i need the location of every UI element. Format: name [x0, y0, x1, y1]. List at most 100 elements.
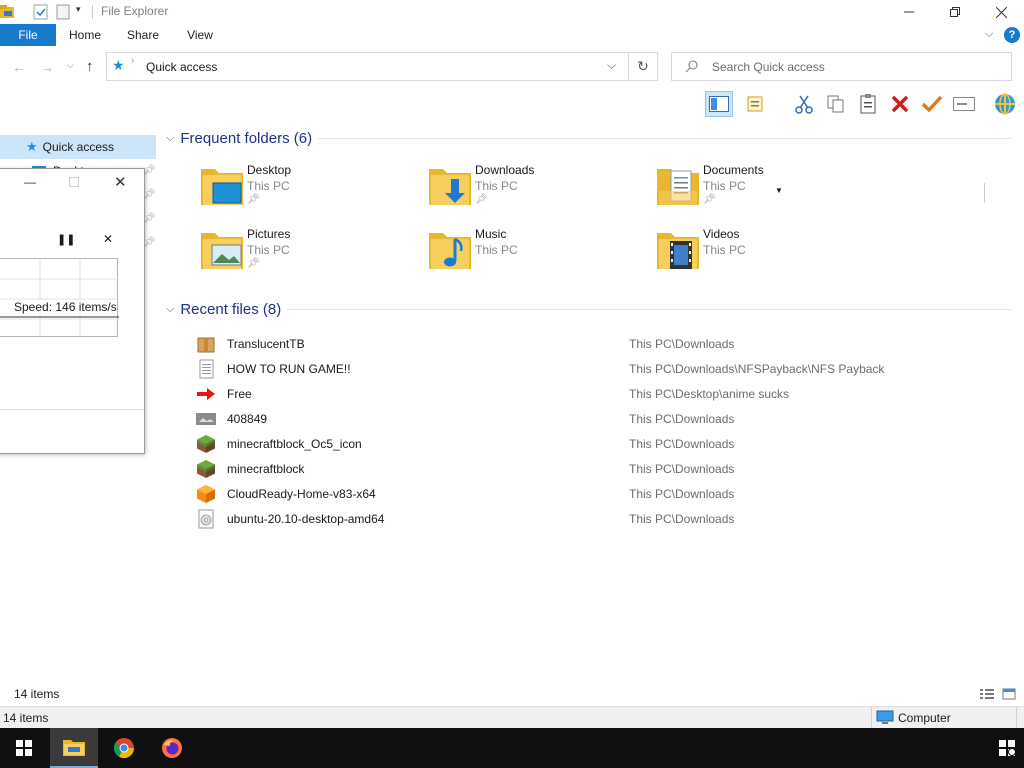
large-icons-view-icon[interactable]: [1002, 687, 1016, 701]
status-divider: [871, 707, 872, 728]
address-bar[interactable]: ★ › Quick access ⌵: [106, 52, 629, 81]
checkmark-icon: [921, 95, 943, 113]
file-path: This PC\Downloads: [629, 412, 735, 426]
grass-block-icon: [197, 435, 215, 453]
frequent-folders-header[interactable]: ⌵ Frequent folders (6): [166, 128, 312, 148]
search-placeholder: Search Quick access: [712, 60, 825, 74]
folder-music[interactable]: Music This PC: [429, 227, 649, 283]
chrome-icon: [113, 738, 135, 759]
list-item[interactable]: Free This PC\Desktop\anime sucks: [190, 381, 1010, 406]
folder-name: Pictures: [247, 227, 291, 241]
address-location: Quick access: [146, 60, 218, 74]
list-item[interactable]: minecraftblock This PC\Downloads: [190, 456, 1010, 481]
dialog-minimize-button[interactable]: —: [24, 175, 36, 189]
cut-button[interactable]: [790, 91, 818, 117]
recent-locations-icon[interactable]: ⌵: [67, 60, 74, 71]
file-explorer-icon: [63, 740, 85, 756]
check-button[interactable]: [918, 91, 946, 117]
help-icon[interactable]: ?: [1004, 27, 1020, 43]
firefox-icon: [162, 738, 182, 758]
windows-logo-icon: [16, 740, 32, 756]
list-item[interactable]: HOW TO RUN GAME!! This PC\Downloads\NFSP…: [190, 356, 1010, 381]
breadcrumb-chevron-icon[interactable]: ›: [131, 55, 134, 66]
back-arrow-icon[interactable]: ←: [12, 59, 26, 75]
rename-button[interactable]: [950, 91, 978, 117]
customize-qat-icon[interactable]: ▾: [76, 4, 86, 20]
disc-image-icon: [198, 509, 214, 529]
copy-icon: [827, 95, 844, 113]
secondary-status-bar: 14 items Computer: [0, 706, 1024, 728]
pin-icon: 📌︎: [475, 194, 488, 205]
file-path: This PC\Downloads: [629, 512, 735, 526]
list-item[interactable]: minecraftblock_Oc5_icon This PC\Download…: [190, 431, 1010, 456]
file-name: TranslucentTB: [227, 337, 305, 351]
taskbar-chrome[interactable]: [100, 728, 148, 768]
collapse-chevron-icon: ⌵: [166, 302, 175, 315]
close-button[interactable]: [978, 0, 1024, 24]
item-count: 14 items: [14, 687, 60, 701]
tab-share[interactable]: Share: [120, 24, 166, 46]
restore-icon: [950, 7, 960, 17]
file-path: This PC\Downloads\NFSPayback\NFS Payback: [629, 362, 885, 376]
folder-pictures[interactable]: Pictures This PC 📌︎: [201, 227, 421, 283]
documents-folder-icon: [657, 169, 699, 205]
pin-icon: 📌︎: [247, 194, 260, 205]
copy-button[interactable]: [822, 91, 850, 117]
folder-location: This PC: [247, 179, 290, 193]
refresh-button[interactable]: ↻: [628, 52, 658, 81]
details-view-icon[interactable]: [979, 687, 995, 701]
list-item[interactable]: 408849 This PC\Downloads: [190, 406, 1010, 431]
up-arrow-icon[interactable]: ↑: [86, 58, 94, 75]
window-title: File Explorer: [101, 4, 169, 18]
notification-button[interactable]: [990, 728, 1024, 768]
paste-button[interactable]: [854, 91, 882, 117]
pause-button[interactable]: ❚❚: [57, 233, 75, 246]
delete-button[interactable]: [886, 91, 914, 117]
folder-name: Music: [475, 227, 507, 241]
refresh-icon: ↻: [637, 58, 649, 74]
pin-icon: 📌︎: [247, 258, 260, 269]
preview-pane-icon: [709, 96, 729, 112]
bottom-item-count: 14 items: [3, 711, 49, 725]
minimize-button[interactable]: [886, 0, 932, 24]
recent-files-header[interactable]: ⌵ Recent files (8): [166, 299, 281, 319]
folder-location: This PC: [703, 179, 746, 193]
computer-icon: [876, 710, 894, 724]
address-dropdown-icon[interactable]: ⌵: [607, 58, 616, 73]
list-item[interactable]: ubuntu-20.10-desktop-amd64 This PC\Downl…: [190, 506, 1010, 531]
tab-home[interactable]: Home: [60, 24, 110, 46]
expand-ribbon-icon[interactable]: ⌵: [985, 28, 993, 41]
tab-view[interactable]: View: [178, 24, 222, 46]
shell-button[interactable]: [990, 91, 1020, 117]
group-divider: [318, 138, 1012, 139]
forward-arrow-icon[interactable]: →: [40, 59, 54, 75]
file-name: ubuntu-20.10-desktop-amd64: [227, 512, 385, 526]
quick-access-star-icon: ★: [112, 57, 125, 73]
videos-folder-icon: [657, 233, 699, 269]
taskbar-file-explorer[interactable]: [50, 728, 98, 768]
restore-button[interactable]: [932, 0, 978, 24]
grass-block-icon: [197, 460, 215, 478]
list-item[interactable]: CloudReady-Home-v83-x64 This PC\Download…: [190, 481, 1010, 506]
list-item[interactable]: TranslucentTB This PC\Downloads: [190, 331, 1010, 356]
cancel-operation-button[interactable]: ✕: [103, 232, 113, 246]
preview-pane-button[interactable]: [705, 91, 733, 117]
folder-documents[interactable]: Documents This PC 📌︎: [657, 163, 877, 219]
search-icon: [685, 60, 698, 73]
tab-file[interactable]: File: [0, 24, 56, 46]
start-button[interactable]: [0, 728, 48, 768]
collapse-chevron-icon: ⌵: [166, 131, 175, 144]
new-folder-icon[interactable]: [56, 4, 72, 20]
sidebar-item-quick-access[interactable]: ★ Quick access: [0, 135, 156, 159]
file-name: CloudReady-Home-v83-x64: [227, 487, 376, 501]
new-item-button[interactable]: [744, 91, 772, 117]
folder-desktop[interactable]: Desktop This PC 📌︎: [201, 163, 421, 219]
dialog-close-button[interactable]: ✕: [114, 173, 127, 191]
folder-videos[interactable]: Videos This PC: [657, 227, 877, 283]
properties-icon[interactable]: [33, 4, 49, 20]
file-path: This PC\Downloads: [629, 487, 735, 501]
new-item-icon: [747, 96, 763, 112]
taskbar-firefox[interactable]: [148, 728, 196, 768]
search-input[interactable]: Search Quick access: [671, 52, 1012, 81]
folder-downloads[interactable]: Downloads This PC 📌︎: [429, 163, 649, 219]
